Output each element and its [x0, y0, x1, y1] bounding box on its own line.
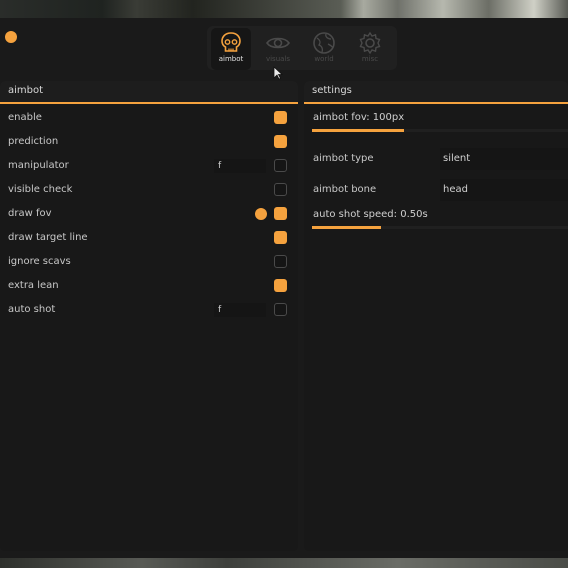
aimbot-panel-title: aimbot — [0, 81, 298, 104]
option-prediction[interactable]: prediction — [0, 132, 298, 152]
tab-visuals[interactable]: visuals — [258, 28, 298, 70]
option-manipulator[interactable]: manipulator f — [0, 156, 298, 176]
tab-aimbot[interactable]: aimbot — [211, 28, 251, 70]
mouse-cursor-icon — [273, 66, 283, 80]
option-label: visible check — [8, 184, 73, 195]
draw-fov-checkbox[interactable] — [274, 207, 287, 220]
slider-track[interactable] — [312, 226, 568, 229]
tab-world[interactable]: world — [304, 28, 344, 70]
draw-target-line-checkbox[interactable] — [274, 231, 287, 244]
option-label: draw fov — [8, 208, 52, 219]
auto-shot-checkbox[interactable] — [274, 303, 287, 316]
slider-track[interactable] — [312, 129, 568, 132]
slider-fill — [312, 226, 382, 229]
extra-lean-checkbox[interactable] — [274, 279, 287, 292]
enable-checkbox[interactable] — [274, 111, 287, 124]
tab-aimbot-label: aimbot — [218, 55, 244, 63]
select-label: aimbot type — [313, 153, 374, 164]
background-scene-top — [0, 0, 568, 18]
aimbot-fov-slider[interactable]: aimbot fov: 100px — [304, 107, 568, 135]
option-enable[interactable]: enable — [0, 108, 298, 128]
tab-bar: aimbot visuals world misc — [207, 26, 397, 70]
auto-shot-keybind[interactable]: f — [214, 303, 266, 317]
fov-color-picker[interactable] — [255, 208, 267, 220]
option-label: auto shot — [8, 304, 56, 315]
tab-misc-label: misc — [361, 55, 379, 63]
slider-label: aimbot fov: 100px — [313, 112, 405, 123]
gear-icon — [359, 31, 381, 55]
tab-visuals-label: visuals — [265, 55, 291, 63]
aimbot-bone-value[interactable]: head — [440, 179, 568, 201]
settings-panel: settings aimbot fov: 100px aimbot type s… — [304, 81, 568, 551]
prediction-checkbox[interactable] — [274, 135, 287, 148]
option-extra-lean[interactable]: extra lean — [0, 276, 298, 296]
option-label: extra lean — [8, 280, 59, 291]
tab-world-label: world — [314, 55, 334, 63]
option-label: enable — [8, 112, 42, 123]
option-auto-shot[interactable]: auto shot f — [0, 300, 298, 320]
option-label: manipulator — [8, 160, 69, 171]
slider-fill — [312, 129, 405, 132]
visible-check-checkbox[interactable] — [274, 183, 287, 196]
option-draw-fov[interactable]: draw fov — [0, 204, 298, 224]
auto-shot-speed-slider[interactable]: auto shot speed: 0.50s — [304, 204, 568, 232]
option-label: draw target line — [8, 232, 88, 243]
option-ignore-scavs[interactable]: ignore scavs — [0, 252, 298, 272]
option-draw-target-line[interactable]: draw target line — [0, 228, 298, 248]
settings-panel-title: settings — [304, 81, 568, 104]
globe-icon — [313, 32, 335, 54]
tab-misc[interactable]: misc — [350, 28, 390, 70]
manipulator-checkbox[interactable] — [274, 159, 287, 172]
select-label: aimbot bone — [313, 184, 377, 195]
eye-icon — [266, 37, 290, 49]
option-label: ignore scavs — [8, 256, 71, 267]
ignore-scavs-checkbox[interactable] — [274, 255, 287, 268]
skull-icon — [221, 32, 241, 52]
aimbot-type-value[interactable]: silent — [440, 148, 568, 170]
cheat-menu-window: aimbot visuals world misc aimbot enable … — [0, 18, 568, 558]
aimbot-type-select[interactable]: aimbot type silent — [304, 148, 568, 170]
slider-label: auto shot speed: 0.50s — [313, 209, 428, 220]
manipulator-keybind[interactable]: f — [214, 159, 266, 173]
aimbot-panel: aimbot enable prediction manipulator f v… — [0, 81, 298, 551]
option-visible-check[interactable]: visible check — [0, 180, 298, 200]
option-label: prediction — [8, 136, 59, 147]
status-indicator-dot — [5, 31, 17, 43]
aimbot-bone-select[interactable]: aimbot bone head — [304, 179, 568, 201]
